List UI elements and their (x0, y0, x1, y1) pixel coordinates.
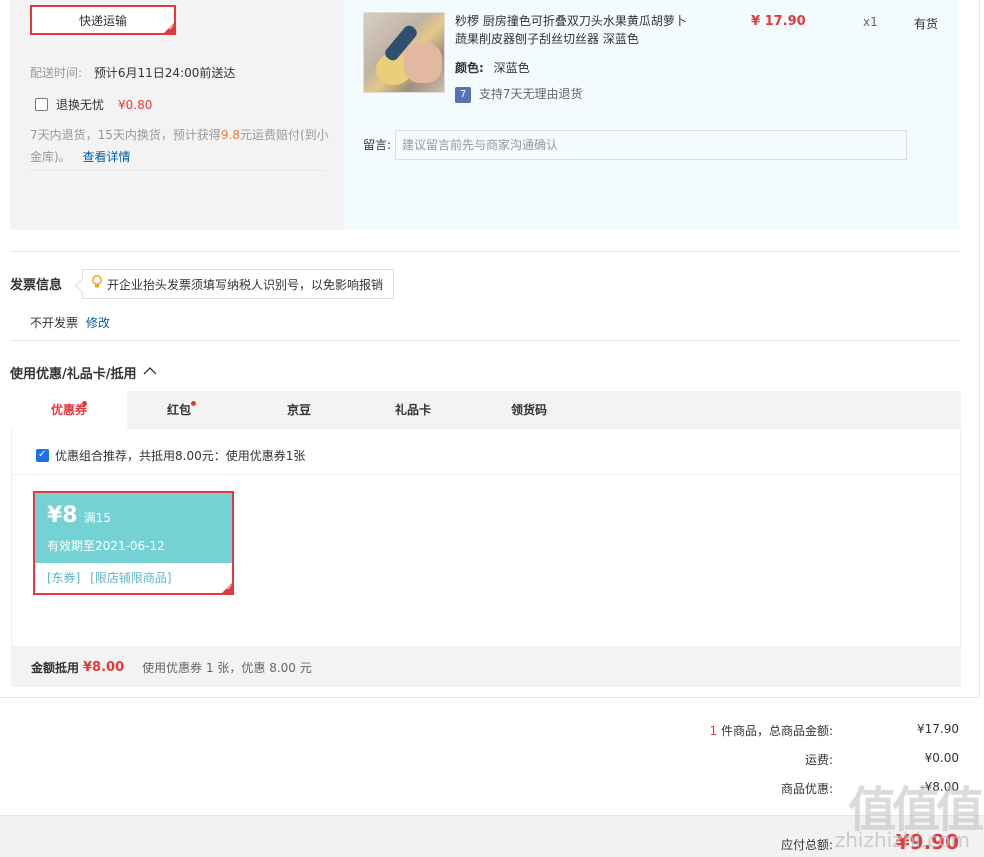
return-service-label: 退换无忧 (56, 98, 105, 112)
return-desc-part2: 元运费赔付(到小 (240, 128, 329, 142)
discount-section-toggle[interactable]: 使用优惠/礼品卡/抵用 (10, 363, 157, 382)
coupon-condition: 满15 (83, 511, 111, 525)
return-desc-part1: 7天内退货，15天内换货，预计获得 (30, 128, 221, 142)
product-color-label: 颜色: (455, 61, 484, 75)
coupon-scope-tag: [限店铺限商品] (90, 571, 172, 585)
seven-day-return-icon: 7 (455, 86, 471, 103)
product-image[interactable] (363, 12, 445, 93)
invoice-value-row: 不开发票 修改 (30, 314, 110, 331)
combo-recommend-row: 优惠组合推荐，共抵用8.00元：使用优惠券1张 (36, 447, 305, 464)
discount-summary-label: 金额抵用 (31, 660, 80, 675)
goods-discount-label: 商品优惠: (780, 782, 833, 796)
tab-coupon[interactable]: 优惠券 (11, 391, 127, 429)
coupon-expiry: 有效期至2021-06-12 (47, 539, 165, 553)
shipping-method-option[interactable]: 快递运输 (30, 5, 176, 35)
tab-pickup-code[interactable]: 领货码 (479, 391, 579, 429)
return-policy-text: 支持7天无理由退货 (478, 87, 583, 101)
goods-amount: ¥17.90 (917, 722, 959, 736)
combo-recommend-text: 优惠组合推荐，共抵用8.00元：使用优惠券1张 (55, 449, 306, 463)
shipping-fee-amount: ¥0.00 (924, 751, 959, 765)
note-input[interactable] (395, 130, 907, 160)
discount-summary-bar: 金额抵用 ¥8.00 使用优惠券 1 张，优惠 8.00 元 (11, 647, 961, 687)
lightbulb-icon (91, 275, 103, 293)
payable-label: 应付总额: (780, 838, 833, 852)
product-title-line2: 蔬果削皮器刨子刮丝切丝器 深蓝色 (455, 32, 639, 46)
discount-summary-amount: ¥8.00 (83, 659, 125, 675)
divider (0, 697, 980, 698)
divider (10, 340, 959, 341)
return-desc-part3: 金库)。 (30, 150, 71, 164)
product-color-row: 颜色: 深蓝色 (455, 59, 530, 76)
product-price: ¥ 17.90 (751, 14, 806, 29)
product-stock: 有货 (914, 17, 939, 31)
coupon-card[interactable]: ¥8 满15 有效期至2021-06-12 [东券] [限店铺限商品] (33, 491, 234, 595)
selected-check-icon (162, 21, 176, 35)
discount-tabs: 优惠券 红包 京豆 礼品卡 领货码 (11, 391, 961, 429)
discount-summary-desc: 使用优惠券 1 张，优惠 8.00 元 (142, 660, 312, 675)
chevron-up-icon (143, 365, 157, 380)
tab-gift-card[interactable]: 礼品卡 (367, 391, 459, 429)
new-dot-icon (191, 401, 196, 406)
return-policy-row: 7 支持7天无理由退货 (455, 85, 582, 103)
divider (30, 170, 324, 171)
divider (12, 474, 960, 475)
coupon-card-top: ¥8 满15 有效期至2021-06-12 (35, 493, 232, 563)
shipping-fee-label: 运费: (804, 753, 833, 767)
combo-recommend-checkbox[interactable] (36, 449, 49, 462)
product-quantity: x1 (863, 15, 878, 29)
return-service-row: 退换无忧 ¥0.80 (35, 96, 152, 113)
right-border (979, 0, 980, 697)
product-color-value: 深蓝色 (493, 61, 530, 75)
invoice-tip: 开企业抬头发票须填写纳税人识别号，以免影响报销 (82, 269, 394, 299)
return-desc-highlight: 9.8 (220, 128, 240, 142)
delivery-time-value: 预计6月11日24:00前送达 (93, 66, 236, 80)
shipping-method-label: 快递运输 (78, 13, 127, 28)
note-label: 留言: (363, 138, 392, 152)
tab-red-packet-label: 红包 (166, 403, 191, 417)
delivery-time-row: 配送时间: 预计6月11日24:00前送达 (30, 64, 235, 81)
product-title[interactable]: 粆椤 厨房撞色可折叠双刀头水果黄瓜胡萝卜 蔬果削皮器刨子刮丝切丝器 深蓝色 (455, 12, 715, 48)
tab-red-packet[interactable]: 红包 (127, 391, 231, 429)
return-service-price: ¥0.80 (118, 97, 153, 112)
product-image-hand (404, 43, 442, 83)
product-title-line1: 粆椤 厨房撞色可折叠双刀头水果黄瓜胡萝卜 (455, 14, 687, 28)
delivery-time-label: 配送时间: (30, 66, 83, 80)
watermark-site: zhizhizhi.com (834, 828, 970, 852)
invoice-edit-link[interactable]: 修改 (86, 316, 110, 330)
new-dot-icon (82, 401, 87, 406)
goods-count-suffix: 件商品，总商品金额: (717, 724, 833, 738)
coupon-amount: ¥8 (47, 503, 78, 528)
invoice-tip-text: 开企业抬头发票须填写纳税人识别号，以免影响报销 (107, 277, 384, 292)
details-link[interactable]: 查看详情 (83, 150, 131, 164)
selected-check-icon (220, 581, 234, 595)
divider (10, 251, 959, 252)
invoice-value: 不开发票 (30, 316, 79, 330)
discount-title: 使用优惠/礼品卡/抵用 (10, 367, 137, 382)
return-service-checkbox[interactable] (35, 98, 48, 111)
goods-count: 1 (709, 724, 718, 738)
return-service-desc: 7天内退货，15天内换货，预计获得9.8元运费赔付(到小 金库)。 查看详情 (30, 124, 330, 168)
goods-count-row: 1 件商品，总商品金额: (710, 722, 834, 739)
invoice-title: 发票信息 (10, 278, 63, 293)
coupon-type-tag: [东券] (47, 571, 81, 585)
tab-jingdou[interactable]: 京豆 (251, 391, 347, 429)
coupon-card-bottom: [东券] [限店铺限商品] (35, 563, 232, 593)
